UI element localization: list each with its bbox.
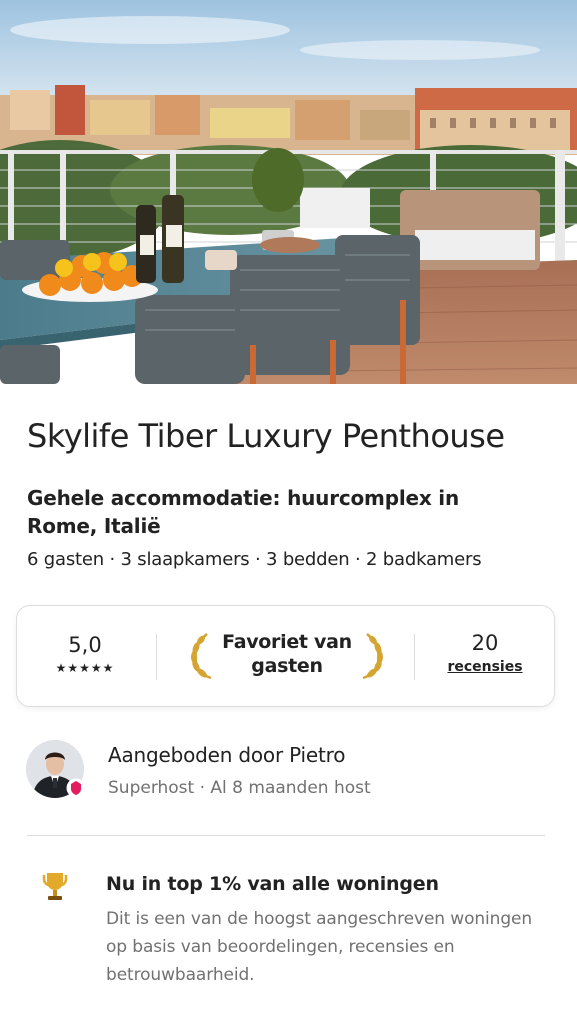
host-row[interactable]: Aangeboden door Pietro Superhost · Al 8 … <box>26 740 556 800</box>
host-meta: Superhost · Al 8 maanden host <box>108 778 371 798</box>
guest-favorite-badge: Favoriet van gasten <box>187 628 387 684</box>
section-divider <box>27 835 545 836</box>
reviews-label[interactable]: recensies <box>437 658 533 676</box>
guest-favorite-label: Favoriet van gasten <box>222 631 352 677</box>
reviews-link[interactable]: 20 recensies <box>437 630 533 676</box>
rating-score: 5,0 <box>68 633 102 657</box>
host-name: Aangeboden door Pietro <box>108 743 346 767</box>
listing-title: Skylife Tiber Luxury Penthouse <box>27 417 505 455</box>
guest-favorite-card[interactable]: 5,0 ★★★★★ Favoriet van gasten 20 recensi… <box>16 605 555 707</box>
laurel-left-icon <box>191 633 212 680</box>
rating-stars-icon: ★★★★★ <box>55 661 115 675</box>
highlight-title: Nu in top 1% van alle woningen <box>106 873 439 895</box>
listing-capacity: 6 gasten · 3 slaapkamers · 3 bedden · 2 … <box>27 549 482 570</box>
superhost-badge-icon <box>66 778 86 798</box>
trophy-icon <box>42 873 68 900</box>
listing-type: Gehele accommodatie: huurcomplex in Rome… <box>27 486 459 538</box>
rating-summary: 5,0 ★★★★★ <box>45 632 125 676</box>
highlight-description: Dit is een van de hoogst aangeschreven w… <box>106 909 533 985</box>
card-divider <box>156 634 157 680</box>
listing-hero-photo[interactable] <box>0 0 577 384</box>
card-divider <box>414 634 415 680</box>
laurel-right-icon <box>362 633 383 680</box>
review-count: 20 <box>471 631 499 655</box>
